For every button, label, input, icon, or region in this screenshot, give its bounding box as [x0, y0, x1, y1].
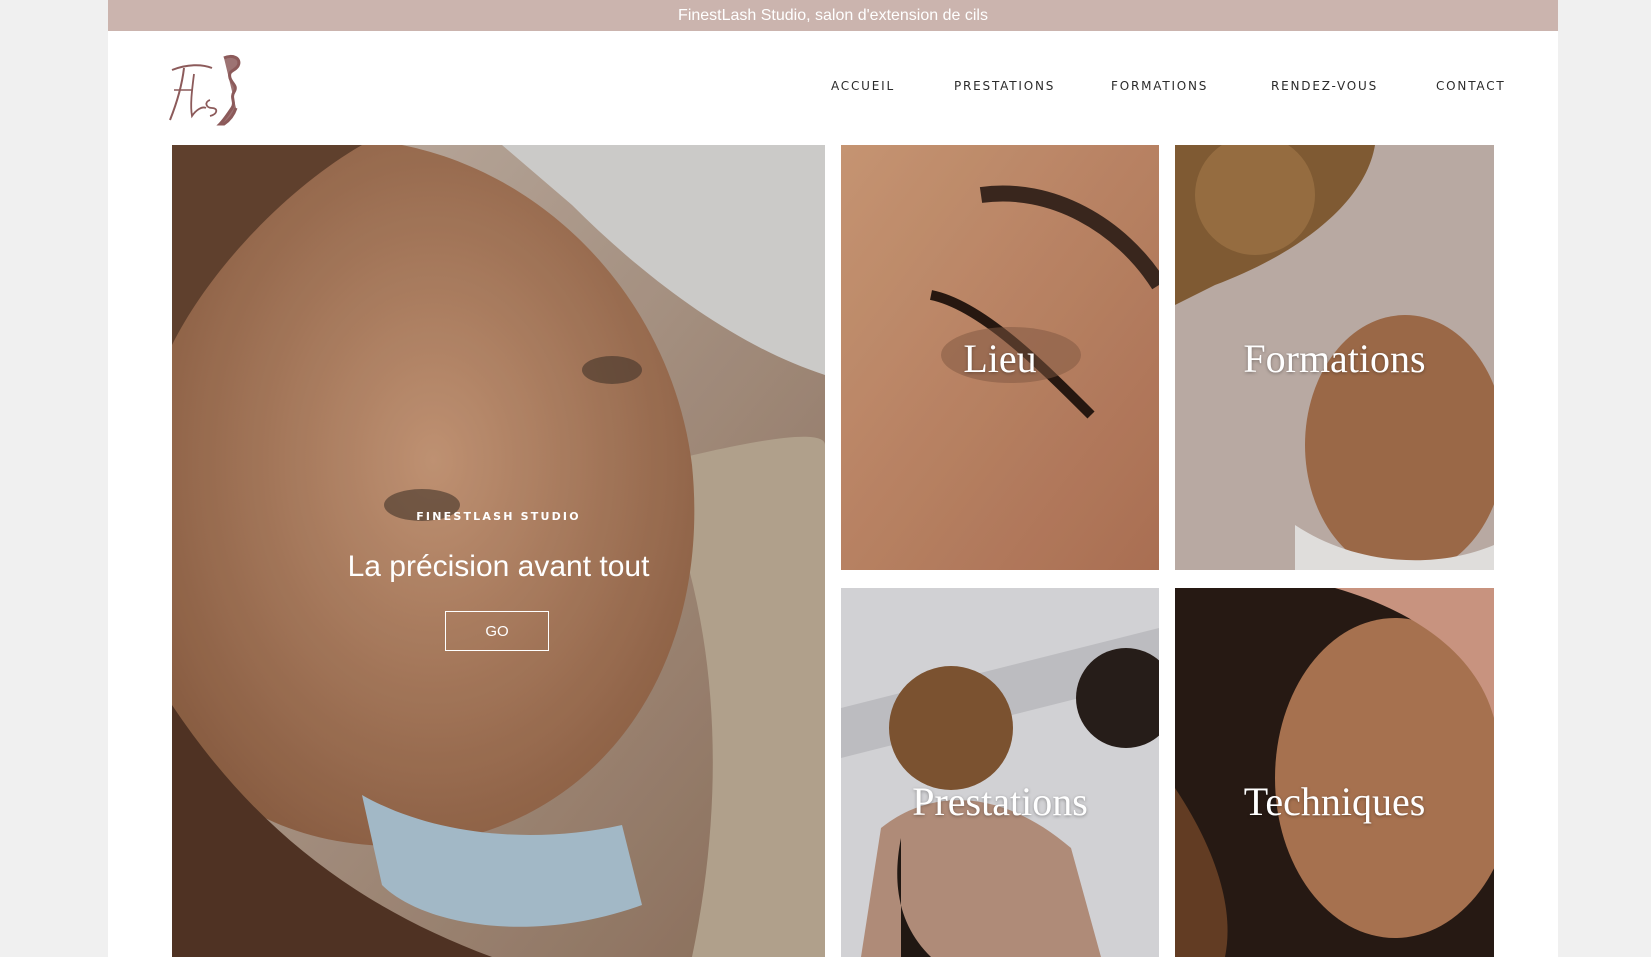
hero-eyebrow: FINESTLASH STUDIO — [416, 510, 581, 523]
tile-prestations-label: Prestations — [912, 779, 1088, 824]
tile-formations[interactable]: Formations — [1175, 145, 1494, 570]
tile-prestations-photo — [841, 588, 1159, 957]
main-nav: ACCUEIL PRESTATIONS FORMATIONS RENDEZ-VO… — [108, 79, 1558, 99]
page: FinestLash Studio, salon d'extension de … — [108, 0, 1558, 957]
nav-item-contact[interactable]: CONTACT — [1436, 79, 1506, 93]
tile-techniques-photo — [1175, 588, 1494, 957]
hero-go-button[interactable]: GO — [445, 611, 549, 651]
announcement-bar: FinestLash Studio, salon d'extension de … — [108, 0, 1558, 31]
hero-banner: FINESTLASH STUDIO La précision avant tou… — [172, 145, 825, 957]
nav-item-accueil[interactable]: ACCUEIL — [831, 79, 895, 93]
hero-title: La précision avant tout — [347, 550, 650, 583]
nav-item-prestations[interactable]: PRESTATIONS — [954, 79, 1055, 93]
announcement-text: FinestLash Studio, salon d'extension de … — [678, 6, 988, 24]
tile-prestations[interactable]: Prestations — [841, 588, 1159, 957]
nav-item-rendez-vous[interactable]: RENDEZ-VOUS — [1271, 79, 1378, 93]
tile-lieu-label: Lieu — [963, 336, 1037, 381]
tile-techniques-label: Techniques — [1243, 779, 1426, 824]
tile-formations-label: Formations — [1243, 336, 1426, 381]
tile-lieu[interactable]: Lieu — [841, 145, 1159, 570]
nav-item-formations[interactable]: FORMATIONS — [1111, 79, 1208, 93]
tile-techniques[interactable]: Techniques — [1175, 588, 1494, 957]
